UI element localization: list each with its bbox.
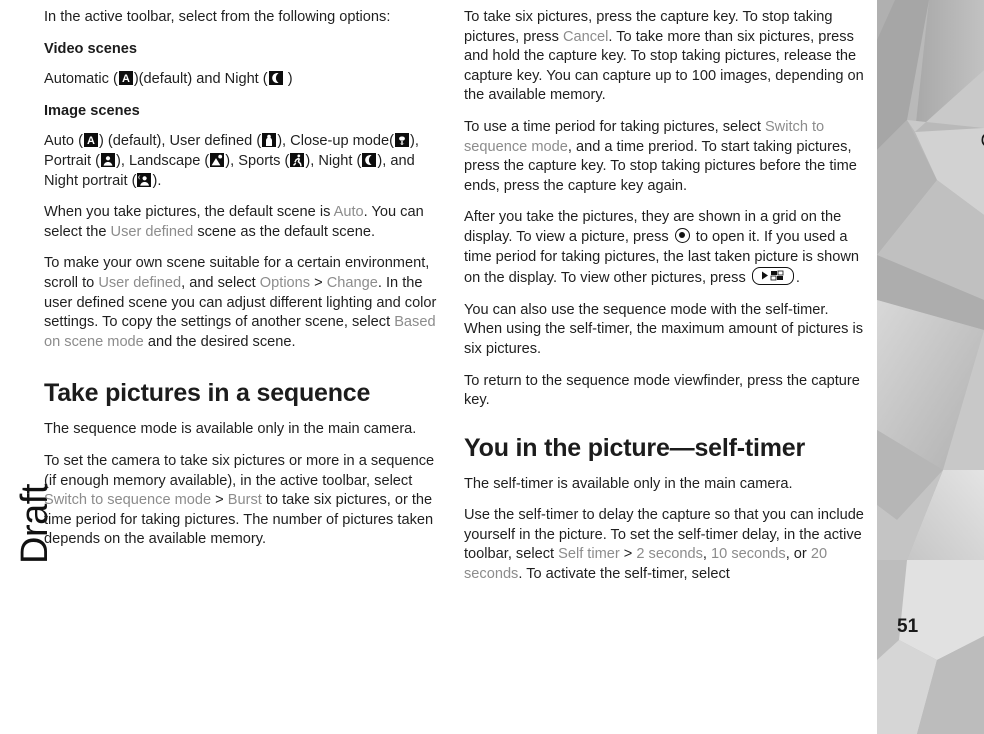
night-portrait-scene-icon [137,172,152,187]
label-auto: Auto [44,133,75,150]
text-segment: To set the camera to take six pictures o… [44,452,435,489]
label-user-defined: User defined [169,133,253,150]
ui-term-10-seconds: 10 seconds [711,546,786,563]
night-scene-icon [362,152,377,167]
text-segment: . [795,270,800,287]
paren-l: ( [352,152,362,169]
label-night-portrait: Night portrait [44,172,128,189]
text-segment: . To activate the self-timer, select [518,566,730,583]
text-segment: To use a time period for taking pictures… [464,118,765,135]
ui-term-user-defined: User defined [110,223,194,240]
landscape-scene-icon [210,152,225,167]
auto-scene-icon: A [83,133,98,148]
text-segment: > [310,274,327,291]
paragraph-self-timer-intro: The self-timer is available only in the … [464,475,793,492]
paragraph-self-timer-delay: Use the self-timer to delay the capture … [464,506,864,584]
paragraph-own-scene: To make your own scene suitable for a ce… [44,254,444,352]
portrait-scene-icon [100,152,115,167]
label-sports: Sports [238,152,281,169]
paren-e: ), [410,133,419,150]
ui-term-2-seconds: 2 seconds [636,546,703,563]
svg-text:A: A [122,73,130,85]
text-segment: scene as the default scene. [193,223,376,240]
ui-term-auto: Auto [333,204,364,221]
paren-k: ), [305,152,319,169]
paragraph-video-scenes: Automatic ( A)(default) and Night ( ) [44,70,444,90]
text-segment: > [211,492,228,509]
right-text-column: To take six pictures, press the capture … [464,8,864,597]
scroll-select-key-icon [674,227,690,243]
paragraph-default-scene: When you take pictures, the default scen… [44,203,444,242]
night-scene-icon [268,71,283,86]
paren-a: ( [74,133,83,150]
paragraph-self-timer-sequence: You can also use the sequence mode with … [464,301,864,357]
paren-j: ( [280,152,290,169]
ui-term-user-defined: User defined [98,274,182,291]
sidebar-chapter-label: Camera [978,72,984,148]
ui-term-options: Options [259,274,311,291]
label-automatic: Automatic [44,71,109,88]
paragraph-image-scenes: Auto ( A) (default), User defined (), Clo… [44,132,444,191]
paren-o: ). [152,172,162,189]
paragraph-time-period: To use a time period for taking pictures… [464,118,864,196]
ui-term-self-timer: Self timer [558,546,620,563]
text-segment: , or [785,546,811,563]
sports-scene-icon [290,152,305,167]
text-segment: , and select [181,274,260,291]
paragraph-capture-key: To take six pictures, press the capture … [464,8,864,106]
paren-open-2: ( [258,71,268,88]
ui-term-switch-to-sequence-mode: Switch to sequence mode [44,492,212,509]
text-segment: When you take pictures, the default scen… [44,204,334,221]
paren-h: ( [200,152,210,169]
paren-open: ( [108,71,118,88]
text-segment: , [702,546,712,563]
label-night-video: Night [224,71,259,88]
heading-you-in-the-picture-self-timer: You in the picture—self-timer [464,433,806,462]
paren-close-1: ) [283,71,293,88]
paragraph-sequence-intro: The sequence mode is available only in t… [44,421,417,438]
label-night-image: Night [318,152,353,169]
ui-term-burst: Burst [227,492,262,509]
paren-c: ), [277,133,291,150]
document-page: Draft In the active toolbar, select from… [0,0,984,734]
paragraph-grid-view: After you take the pictures, they are sh… [464,208,864,288]
left-text-column: In the active toolbar, select from the f… [44,8,444,562]
paren-d: ( [389,133,395,150]
paragraph-intro: In the active toolbar, select from the f… [44,9,391,25]
paren-g: ), [115,152,129,169]
paragraph-return-viewfinder: To return to the sequence mode viewfinde… [464,372,860,409]
paren-n: ( [127,172,137,189]
auto-scene-icon: A [118,71,133,86]
label-landscape: Landscape [128,152,201,169]
paren-f: ( [91,152,100,169]
ui-term-cancel: Cancel [562,28,609,45]
closeup-scene-icon [395,133,410,148]
page-number: 51 [897,616,919,637]
paragraph-sequence-setup: To set the camera to take six pictures o… [44,452,444,550]
subheading-video-scenes: Video scenes [44,40,138,57]
label-portrait: Portrait [44,152,92,169]
text-segment: > [619,546,637,563]
label-closeup: Close-up mode [290,133,390,150]
svg-text:A: A [87,135,95,147]
chapter-sidebar: Camera 51 [877,0,984,734]
auto-default-note: ) (default), [98,133,170,150]
heading-take-pictures-in-a-sequence: Take pictures in a sequence [44,379,371,408]
ui-term-change: Change [326,274,378,291]
subheading-image-scenes: Image scenes [44,102,140,119]
text-segment: and the desired scene. [143,333,296,350]
sidebar-facet-texture [877,0,984,734]
user-defined-scene-icon [262,133,277,148]
paren-m: ), and [377,152,415,169]
paren-b: ( [252,133,262,150]
gallery-key-icon [751,267,794,286]
video-scene-default-note: )(default) and [133,71,225,88]
paren-i: ), [225,152,239,169]
